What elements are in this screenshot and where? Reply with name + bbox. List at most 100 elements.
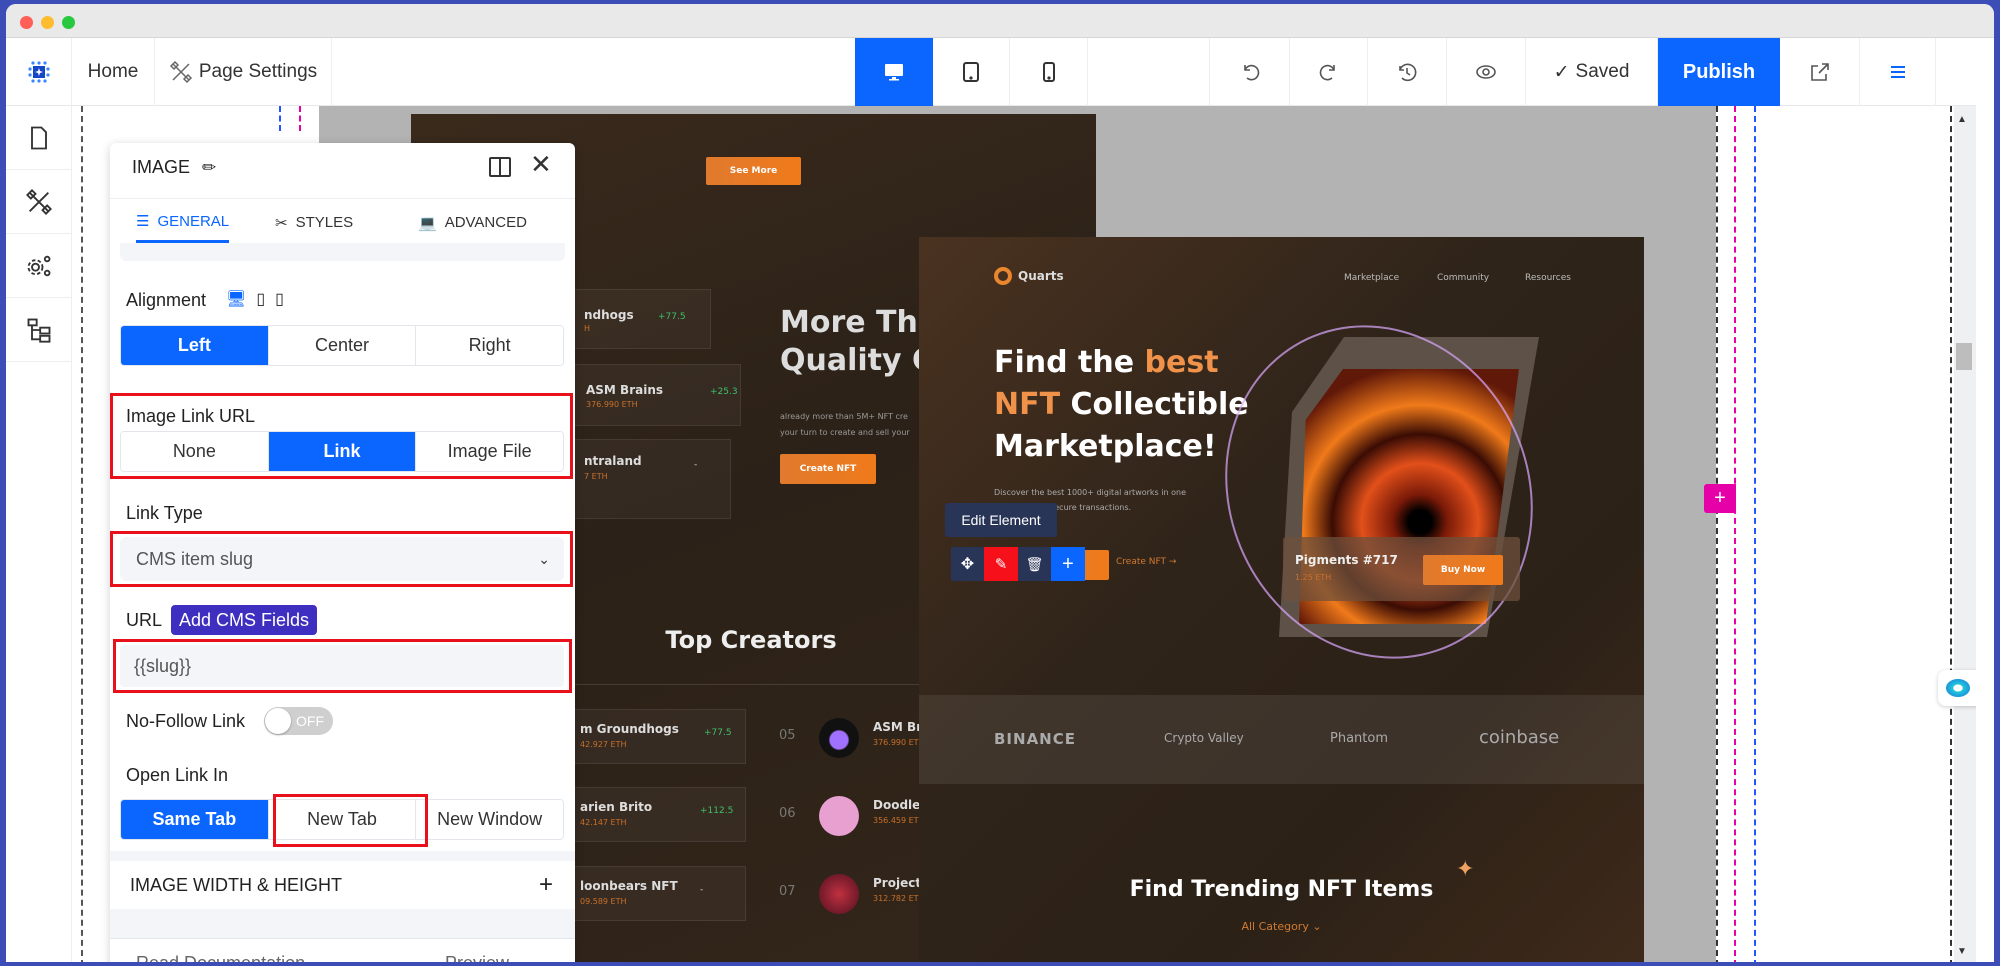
card-value: +25.3 xyxy=(710,387,738,397)
selected-design-preview[interactable]: Quarts Marketplace Community Resources F… xyxy=(919,237,1644,962)
title-bar xyxy=(6,4,1994,38)
expand-icon[interactable]: + xyxy=(539,871,553,899)
top-creators-heading: Top Creators xyxy=(665,626,837,654)
add-icon[interactable]: + xyxy=(1051,547,1085,581)
new-window-button[interactable]: New Window xyxy=(416,800,563,839)
buy-now-button[interactable]: Buy Now xyxy=(1423,555,1503,585)
history-icon xyxy=(1399,63,1417,82)
guide-line xyxy=(1716,106,1718,962)
element-toolbar: ✥ ✎ 🗑 + xyxy=(951,547,1085,581)
publish-button[interactable]: Publish xyxy=(1658,38,1780,106)
close-icon[interactable]: ✕ xyxy=(530,149,552,180)
alignment-selector: Left Center Right xyxy=(120,325,564,366)
link-type-select[interactable]: CMS item slug ⌄ xyxy=(120,537,564,581)
rank-number: 06 xyxy=(779,806,796,821)
card-eth: H xyxy=(584,324,591,333)
history-button[interactable] xyxy=(1368,38,1447,106)
create-nft-link[interactable]: Create NFT → xyxy=(1116,557,1176,567)
footer-link[interactable]: Preview xyxy=(445,953,509,962)
sidebar-item-layers[interactable] xyxy=(6,298,72,362)
link-link-button[interactable]: Link xyxy=(268,432,417,471)
creator-eth: 312.782 ETH xyxy=(873,894,925,903)
collapsed-section xyxy=(120,243,565,261)
scroll-up-arrow[interactable]: ▲ xyxy=(1957,114,1967,125)
read-documentation-link[interactable]: Read Documentation xyxy=(136,953,305,962)
desktop-icon xyxy=(885,64,903,81)
move-icon[interactable]: ✥ xyxy=(951,547,984,581)
open-external-button[interactable] xyxy=(1780,38,1860,106)
tab-styles[interactable]: ✂ STYLES xyxy=(275,202,353,243)
align-right-button[interactable]: Right xyxy=(416,326,563,365)
publish-label: Publish xyxy=(1682,60,1756,83)
mobile-icon[interactable]: ▯ xyxy=(275,289,284,309)
nav-marketplace[interactable]: Marketplace xyxy=(1344,273,1399,283)
card-name: ntraland xyxy=(584,454,642,468)
creator-eth: 376.990 ETH xyxy=(873,738,925,747)
creator-row: m Groundhogs 42.927 ETH +77.5 xyxy=(571,709,746,764)
creator-value: - xyxy=(700,885,704,895)
category-dropdown[interactable]: All Category ⌄ xyxy=(919,920,1644,933)
layers-icon xyxy=(27,318,51,343)
tab-general[interactable]: ☰ GENERAL xyxy=(136,202,230,243)
tablet-icon xyxy=(963,62,979,82)
creator-card: ntraland 7 ETH - xyxy=(571,439,731,519)
create-nft-button[interactable]: Create NFT xyxy=(780,454,876,484)
scroll-down-arrow[interactable]: ▼ xyxy=(1957,946,1967,957)
image-size-section[interactable]: IMAGE WIDTH & HEIGHT + xyxy=(110,861,575,909)
highlight-box xyxy=(273,794,428,847)
sidebar-item-settings[interactable] xyxy=(6,234,72,298)
sidebar-item-design[interactable] xyxy=(6,170,72,234)
split-view-icon[interactable] xyxy=(489,157,511,177)
toggle-knob xyxy=(265,708,291,734)
menu-button[interactable] xyxy=(1860,38,1936,106)
redo-button[interactable] xyxy=(1290,38,1368,106)
list-icon: ☰ xyxy=(136,213,150,230)
url-input[interactable]: {{slug}} xyxy=(120,645,564,687)
editor-canvas[interactable]: ▲ ▼ See More ndhogs H +77.5 ASM Brains 3… xyxy=(73,106,1976,962)
styles-icon: ✂ xyxy=(275,214,288,232)
align-center-button[interactable]: Center xyxy=(268,326,417,365)
home-button[interactable]: Home xyxy=(72,38,155,106)
divider xyxy=(110,851,575,861)
mobile-view-button[interactable] xyxy=(1010,38,1088,106)
desktop-icon[interactable]: 🖥 xyxy=(226,289,246,309)
scrollbar-thumb[interactable] xyxy=(1956,343,1972,370)
assistant-widget[interactable] xyxy=(1938,670,1976,706)
canvas-scrollbar[interactable]: ▲ ▼ xyxy=(1954,106,1976,962)
card-name: ASM Brains xyxy=(586,383,664,397)
creator-name: arien Brito xyxy=(580,800,653,814)
same-tab-button[interactable]: Same Tab xyxy=(121,800,269,839)
edit-icon[interactable]: ✎ xyxy=(984,547,1018,581)
undo-button[interactable] xyxy=(1210,38,1290,106)
pencil-icon[interactable]: ✏ xyxy=(202,158,216,178)
nft-artwork[interactable] xyxy=(1171,274,1587,710)
delete-icon[interactable]: 🗑 xyxy=(1018,547,1051,581)
tablet-view-button[interactable] xyxy=(933,38,1010,106)
add-cms-fields-button[interactable]: Add CMS Fields xyxy=(171,605,317,635)
sidebar-item-pages[interactable] xyxy=(6,106,72,170)
desktop-view-button[interactable] xyxy=(855,38,933,106)
preview-button[interactable] xyxy=(1447,38,1526,106)
link-none-button[interactable]: None xyxy=(121,432,269,471)
maximize-window-button[interactable] xyxy=(62,16,75,29)
close-window-button[interactable] xyxy=(20,16,33,29)
link-image-file-button[interactable]: Image File xyxy=(416,432,563,471)
check-icon: ✓ xyxy=(1553,61,1570,83)
tab-label: GENERAL xyxy=(157,212,230,230)
nav-community[interactable]: Community xyxy=(1437,273,1489,283)
app-logo[interactable] xyxy=(6,38,72,106)
tablet-icon[interactable]: ▯ xyxy=(256,289,265,309)
nav-resources[interactable]: Resources xyxy=(1525,273,1571,283)
align-left-button[interactable]: Left xyxy=(121,326,269,365)
edit-element-tooltip: Edit Element xyxy=(945,503,1057,537)
design-tools-icon xyxy=(26,188,52,215)
redo-icon xyxy=(1319,64,1335,81)
page-settings-button[interactable]: Page Settings xyxy=(155,38,332,106)
see-more-button[interactable]: See More xyxy=(706,157,801,185)
creator-value: +77.5 xyxy=(704,728,732,738)
nofollow-toggle[interactable]: OFF xyxy=(264,707,333,735)
minimize-window-button[interactable] xyxy=(41,16,54,29)
tab-advanced[interactable]: 💻 ADVANCED xyxy=(418,202,527,243)
tab-label: STYLES xyxy=(295,214,354,231)
add-section-button[interactable]: + xyxy=(1704,484,1736,513)
